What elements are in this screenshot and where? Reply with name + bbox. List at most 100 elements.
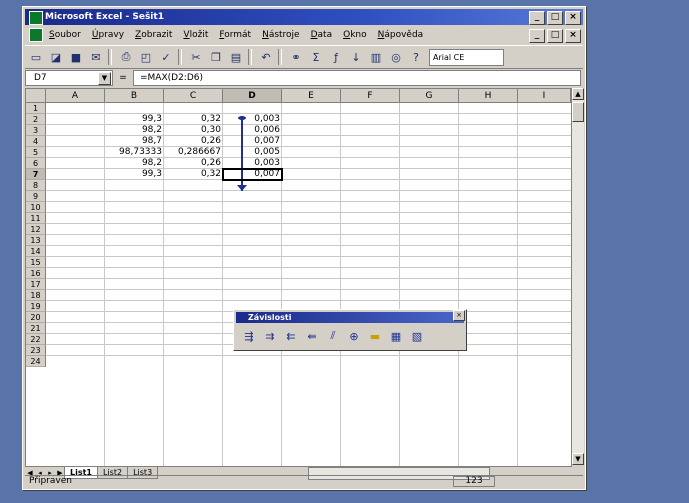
trace-dependents-icon[interactable]: ⇇ [282,327,300,345]
cut-icon[interactable]: ✂ [187,48,205,66]
maximize-button[interactable]: □ [547,11,563,25]
menu-nastroje[interactable]: Nástroje [262,27,300,43]
row-header-20[interactable]: 20 [26,312,46,323]
menu-vlozit[interactable]: Vložit [183,27,208,43]
close-button[interactable]: × [565,11,581,25]
cell-d3[interactable]: 0,006 [223,125,282,136]
trace-error-icon[interactable]: ⊕ [345,327,363,345]
column-header-h[interactable]: H [459,89,518,103]
font-select[interactable]: Arial CE [429,48,504,66]
doc-minimize-button[interactable]: _ [529,29,545,43]
row-header-1[interactable]: 1 [26,103,46,114]
circle-invalid-icon[interactable]: ▦ [387,327,405,345]
select-all-corner[interactable] [26,89,46,103]
minimize-button[interactable]: _ [529,11,545,25]
cell-b2[interactable]: 99,3 [105,114,164,125]
row-header-24[interactable]: 24 [26,356,46,367]
row-header-2[interactable]: 2 [26,114,46,125]
chart-icon[interactable]: ▥ [367,48,385,66]
new-comment-icon[interactable]: ▬ [366,327,384,345]
menu-napoveda[interactable]: Nápověda [378,27,424,43]
menu-upravy[interactable]: Úpravy [92,27,124,43]
menu-soubor[interactable]: Soubor [49,27,81,43]
remove-dependent-icon[interactable]: ⇚ [303,327,321,345]
row-header-3[interactable]: 3 [26,125,46,136]
excel-app-icon[interactable] [29,11,43,25]
cell-d2[interactable]: 0,003 [223,114,282,125]
row-header-17[interactable]: 17 [26,279,46,290]
cell-b7[interactable]: 99,3 [105,169,164,180]
column-header-i[interactable]: I [518,89,571,103]
doc-restore-button[interactable]: □ [547,29,563,43]
undo-icon[interactable]: ↶ [257,48,275,66]
cell-b3[interactable]: 98,2 [105,125,164,136]
clear-circles-icon[interactable]: ▧ [408,327,426,345]
cell-b5[interactable]: 98,73333 [105,147,164,158]
zoom-icon[interactable]: ? [407,48,425,66]
column-header-e[interactable]: E [282,89,341,103]
row-header-16[interactable]: 16 [26,268,46,279]
row-header-12[interactable]: 12 [26,224,46,235]
row-header-15[interactable]: 15 [26,257,46,268]
doc-close-button[interactable]: × [565,29,581,43]
column-header-g[interactable]: G [400,89,459,103]
cell-b6[interactable]: 98,2 [105,158,164,169]
scroll-up-icon[interactable]: ▲ [572,88,584,100]
column-header-d[interactable]: D [223,89,282,103]
copy-icon[interactable]: ❐ [207,48,225,66]
menu-zobrazit[interactable]: Zobrazit [135,27,172,43]
hyperlink-icon[interactable]: ⚭ [287,48,305,66]
cell-c7[interactable]: 0,32 [164,169,223,180]
auditing-toolbar[interactable]: Závislosti × ⇶ ⇉ ⇇ ⇚ ⫽ ⊕ ▬ ▦ ▧ [233,309,467,351]
menu-okno[interactable]: Okno [343,27,367,43]
paste-icon[interactable]: ▤ [227,48,245,66]
workbook-icon[interactable] [29,28,43,42]
cell-c3[interactable]: 0,30 [164,125,223,136]
sort-asc-icon[interactable]: ↓ [347,48,365,66]
row-header-10[interactable]: 10 [26,202,46,213]
menu-data[interactable]: Data [311,27,333,43]
spell-icon[interactable]: ✓ [157,48,175,66]
row-header-6[interactable]: 6 [26,158,46,169]
new-icon[interactable]: ▭ [27,48,45,66]
vertical-scrollbar[interactable]: ▲ ▼ [572,88,584,465]
row-header-8[interactable]: 8 [26,180,46,191]
preview-icon[interactable]: ◰ [137,48,155,66]
name-box[interactable]: D7 ▼ [25,69,113,86]
function-icon[interactable]: ƒ [327,48,345,66]
title-bar[interactable]: Microsoft Excel - Sešit1 _ □ × [25,9,583,25]
save-icon[interactable]: ■ [67,48,85,66]
remove-precedent-icon[interactable]: ⇉ [261,327,279,345]
open-icon[interactable]: ◪ [47,48,65,66]
cell-c5[interactable]: 0,286667 [164,147,223,158]
formula-equals[interactable]: = [113,73,133,83]
column-header-b[interactable]: B [105,89,164,103]
print-icon[interactable]: ⎙ [117,48,135,66]
trace-precedents-icon[interactable]: ⇶ [240,327,258,345]
cell-d4[interactable]: 0,007 [223,136,282,147]
chevron-down-icon[interactable]: ▼ [98,71,111,85]
row-header-14[interactable]: 14 [26,246,46,257]
row-header-19[interactable]: 19 [26,301,46,312]
column-header-c[interactable]: C [164,89,223,103]
column-header-a[interactable]: A [46,89,105,103]
row-header-21[interactable]: 21 [26,323,46,334]
row-header-22[interactable]: 22 [26,334,46,345]
sum-icon[interactable]: Σ [307,48,325,66]
scroll-down-icon[interactable]: ▼ [572,453,584,465]
scroll-thumb[interactable] [572,102,584,122]
auditing-close-button[interactable]: × [453,310,465,321]
row-header-9[interactable]: 9 [26,191,46,202]
row-header-4[interactable]: 4 [26,136,46,147]
cell-c6[interactable]: 0,26 [164,158,223,169]
menu-format[interactable]: Formát [219,27,251,43]
row-header-11[interactable]: 11 [26,213,46,224]
row-header-7[interactable]: 7 [26,169,46,180]
row-header-18[interactable]: 18 [26,290,46,301]
row-header-5[interactable]: 5 [26,147,46,158]
cell-b4[interactable]: 98,7 [105,136,164,147]
row-header-13[interactable]: 13 [26,235,46,246]
row-header-23[interactable]: 23 [26,345,46,356]
auditing-toolbar-title[interactable]: Závislosti [236,312,464,323]
worksheet-grid[interactable]: A B C D E F G H I 1 2 3 4 5 6 7 8 9 10 1… [25,88,572,467]
